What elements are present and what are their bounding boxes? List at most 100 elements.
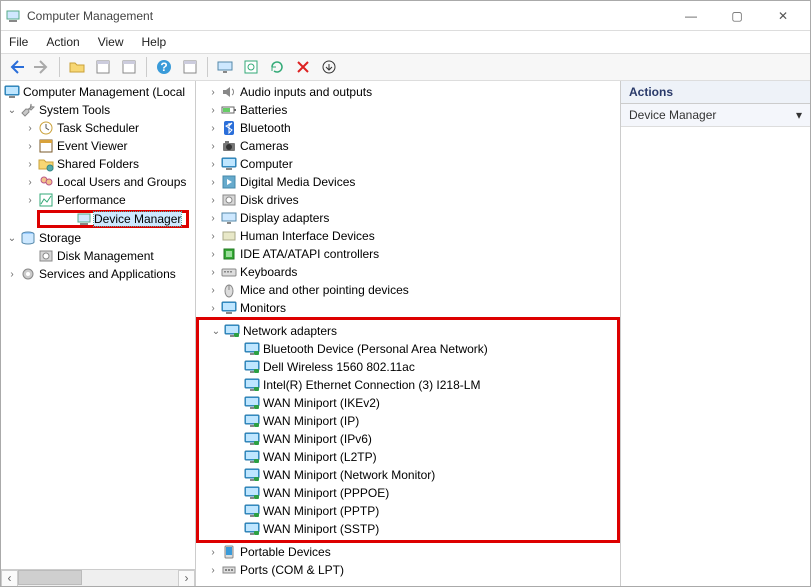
net-intel-eth[interactable]: Intel(R) Ethernet Connection (3) I218-LM <box>199 376 617 394</box>
help-button[interactable] <box>153 56 175 78</box>
expand-icon[interactable]: › <box>206 87 220 98</box>
net-wan-sstp[interactable]: WAN Miniport (SSTP) <box>199 520 617 538</box>
hscrollbar[interactable]: ‹ › <box>1 569 195 586</box>
dev-cameras[interactable]: › Cameras <box>196 137 620 155</box>
expand-icon[interactable]: › <box>206 177 220 188</box>
dev-ports[interactable]: ›Ports (COM & LPT) <box>196 561 620 579</box>
expand-icon[interactable]: › <box>23 177 37 188</box>
expand-icon[interactable]: › <box>5 269 19 280</box>
expand-icon[interactable]: › <box>23 195 37 206</box>
collapse-icon[interactable]: ⌄ <box>5 233 19 244</box>
console-tree[interactable]: Computer Management (Local ⌄ System Tool… <box>1 81 195 569</box>
dev-monitors[interactable]: ›Monitors <box>196 299 620 317</box>
expand-icon[interactable]: › <box>23 159 37 170</box>
net-dell-1560[interactable]: Dell Wireless 1560 802.11ac <box>199 358 617 376</box>
device-tree[interactable]: ›Audio inputs and outputs ›Batteries › Bl… <box>196 81 620 586</box>
close-button[interactable]: ✕ <box>760 2 806 30</box>
dev-label: WAN Miniport (IP) <box>263 414 359 428</box>
menu-file[interactable]: File <box>9 35 28 49</box>
expand-icon[interactable]: › <box>206 267 220 278</box>
scroll-right-button[interactable]: › <box>178 570 195 587</box>
expand-icon[interactable]: › <box>206 249 220 260</box>
net-wan-ip[interactable]: WAN Miniport (IP) <box>199 412 617 430</box>
net-wan-ikev2[interactable]: WAN Miniport (IKEv2) <box>199 394 617 412</box>
tree-services-apps[interactable]: › Services and Applications <box>1 265 195 283</box>
tree-shared-folders[interactable]: › Shared Folders <box>1 155 195 173</box>
menu-view[interactable]: View <box>98 35 124 49</box>
refresh-button[interactable] <box>266 56 288 78</box>
wrench-icon <box>19 102 37 118</box>
dev-label: Computer <box>240 157 293 171</box>
tree-disk-management[interactable]: Disk Management <box>1 247 195 265</box>
chevron-down-icon: ▾ <box>796 108 802 122</box>
dev-computer[interactable]: › Computer <box>196 155 620 173</box>
uninstall-button[interactable] <box>292 56 314 78</box>
expand-icon[interactable]: › <box>206 285 220 296</box>
net-bt-device[interactable]: Bluetooth Device (Personal Area Network) <box>199 340 617 358</box>
titlebar[interactable]: Computer Management — ▢ ✕ <box>1 1 810 31</box>
scan-hardware-button[interactable] <box>240 56 262 78</box>
expand-icon[interactable]: › <box>206 105 220 116</box>
expand-icon[interactable]: › <box>206 231 220 242</box>
scroll-track[interactable] <box>18 570 178 587</box>
tree-root[interactable]: Computer Management (Local <box>1 83 195 101</box>
tree-performance[interactable]: › Performance <box>1 191 195 209</box>
expand-icon[interactable]: › <box>23 123 37 134</box>
collapse-icon[interactable]: ⌄ <box>5 105 19 116</box>
dev-batteries[interactable]: ›Batteries <box>196 101 620 119</box>
dev-mice[interactable]: ›Mice and other pointing devices <box>196 281 620 299</box>
scroll-thumb[interactable] <box>18 570 82 585</box>
minimize-button[interactable]: — <box>668 2 714 30</box>
forward-button[interactable] <box>31 56 53 78</box>
expand-icon[interactable]: › <box>206 123 220 134</box>
net-wan-pppoe[interactable]: WAN Miniport (PPPOE) <box>199 484 617 502</box>
collapse-icon[interactable]: ⌄ <box>209 326 223 337</box>
dev-audio[interactable]: ›Audio inputs and outputs <box>196 83 620 101</box>
expand-icon[interactable]: › <box>206 547 220 558</box>
dev-keyboards[interactable]: ›Keyboards <box>196 263 620 281</box>
expand-icon[interactable]: › <box>23 141 37 152</box>
maximize-button[interactable]: ▢ <box>714 2 760 30</box>
view-button[interactable] <box>92 56 114 78</box>
expand-icon[interactable]: › <box>206 303 220 314</box>
install-button[interactable] <box>318 56 340 78</box>
dev-label: Cameras <box>240 139 289 153</box>
expand-icon[interactable]: › <box>206 159 220 170</box>
details-button[interactable] <box>179 56 201 78</box>
net-wan-ipv6[interactable]: WAN Miniport (IPv6) <box>199 430 617 448</box>
properties-button[interactable] <box>118 56 140 78</box>
dev-display-adapters[interactable]: ›Display adapters <box>196 209 620 227</box>
expand-icon[interactable]: › <box>206 195 220 206</box>
net-wan-netmon[interactable]: WAN Miniport (Network Monitor) <box>199 466 617 484</box>
menu-action[interactable]: Action <box>46 35 79 49</box>
dev-portable[interactable]: ›Portable Devices <box>196 543 620 561</box>
tree-event-viewer[interactable]: › Event Viewer <box>1 137 195 155</box>
dev-label: Bluetooth Device (Personal Area Network) <box>263 342 488 356</box>
expand-icon[interactable]: › <box>206 141 220 152</box>
dev-digital-media[interactable]: ›Digital Media Devices <box>196 173 620 191</box>
dev-network-adapters[interactable]: ⌄Network adapters <box>199 322 617 340</box>
tree-device-manager[interactable]: Device Manager <box>37 210 189 228</box>
monitor-button[interactable] <box>214 56 236 78</box>
actions-item-device-manager[interactable]: Device Manager ▾ <box>621 104 810 127</box>
storage-icon <box>19 230 37 246</box>
dev-bluetooth[interactable]: › Bluetooth <box>196 119 620 137</box>
dev-hid[interactable]: ›Human Interface Devices <box>196 227 620 245</box>
content-area: Computer Management (Local ⌄ System Tool… <box>1 81 810 586</box>
dev-label: Bluetooth <box>240 121 291 135</box>
back-button[interactable] <box>5 56 27 78</box>
net-wan-l2tp[interactable]: WAN Miniport (L2TP) <box>199 448 617 466</box>
show-hide-tree-button[interactable] <box>66 56 88 78</box>
tree-system-tools[interactable]: ⌄ System Tools <box>1 101 195 119</box>
expand-icon[interactable]: › <box>206 213 220 224</box>
tree-storage[interactable]: ⌄ Storage <box>1 229 195 247</box>
scroll-left-button[interactable]: ‹ <box>1 570 18 587</box>
net-wan-pptp[interactable]: WAN Miniport (PPTP) <box>199 502 617 520</box>
toolbar-separator <box>207 57 208 77</box>
tree-task-scheduler[interactable]: › Task Scheduler <box>1 119 195 137</box>
dev-disk-drives[interactable]: ›Disk drives <box>196 191 620 209</box>
expand-icon[interactable]: › <box>206 565 220 576</box>
dev-ide[interactable]: ›IDE ATA/ATAPI controllers <box>196 245 620 263</box>
menu-help[interactable]: Help <box>142 35 167 49</box>
tree-local-users-groups[interactable]: › Local Users and Groups <box>1 173 195 191</box>
